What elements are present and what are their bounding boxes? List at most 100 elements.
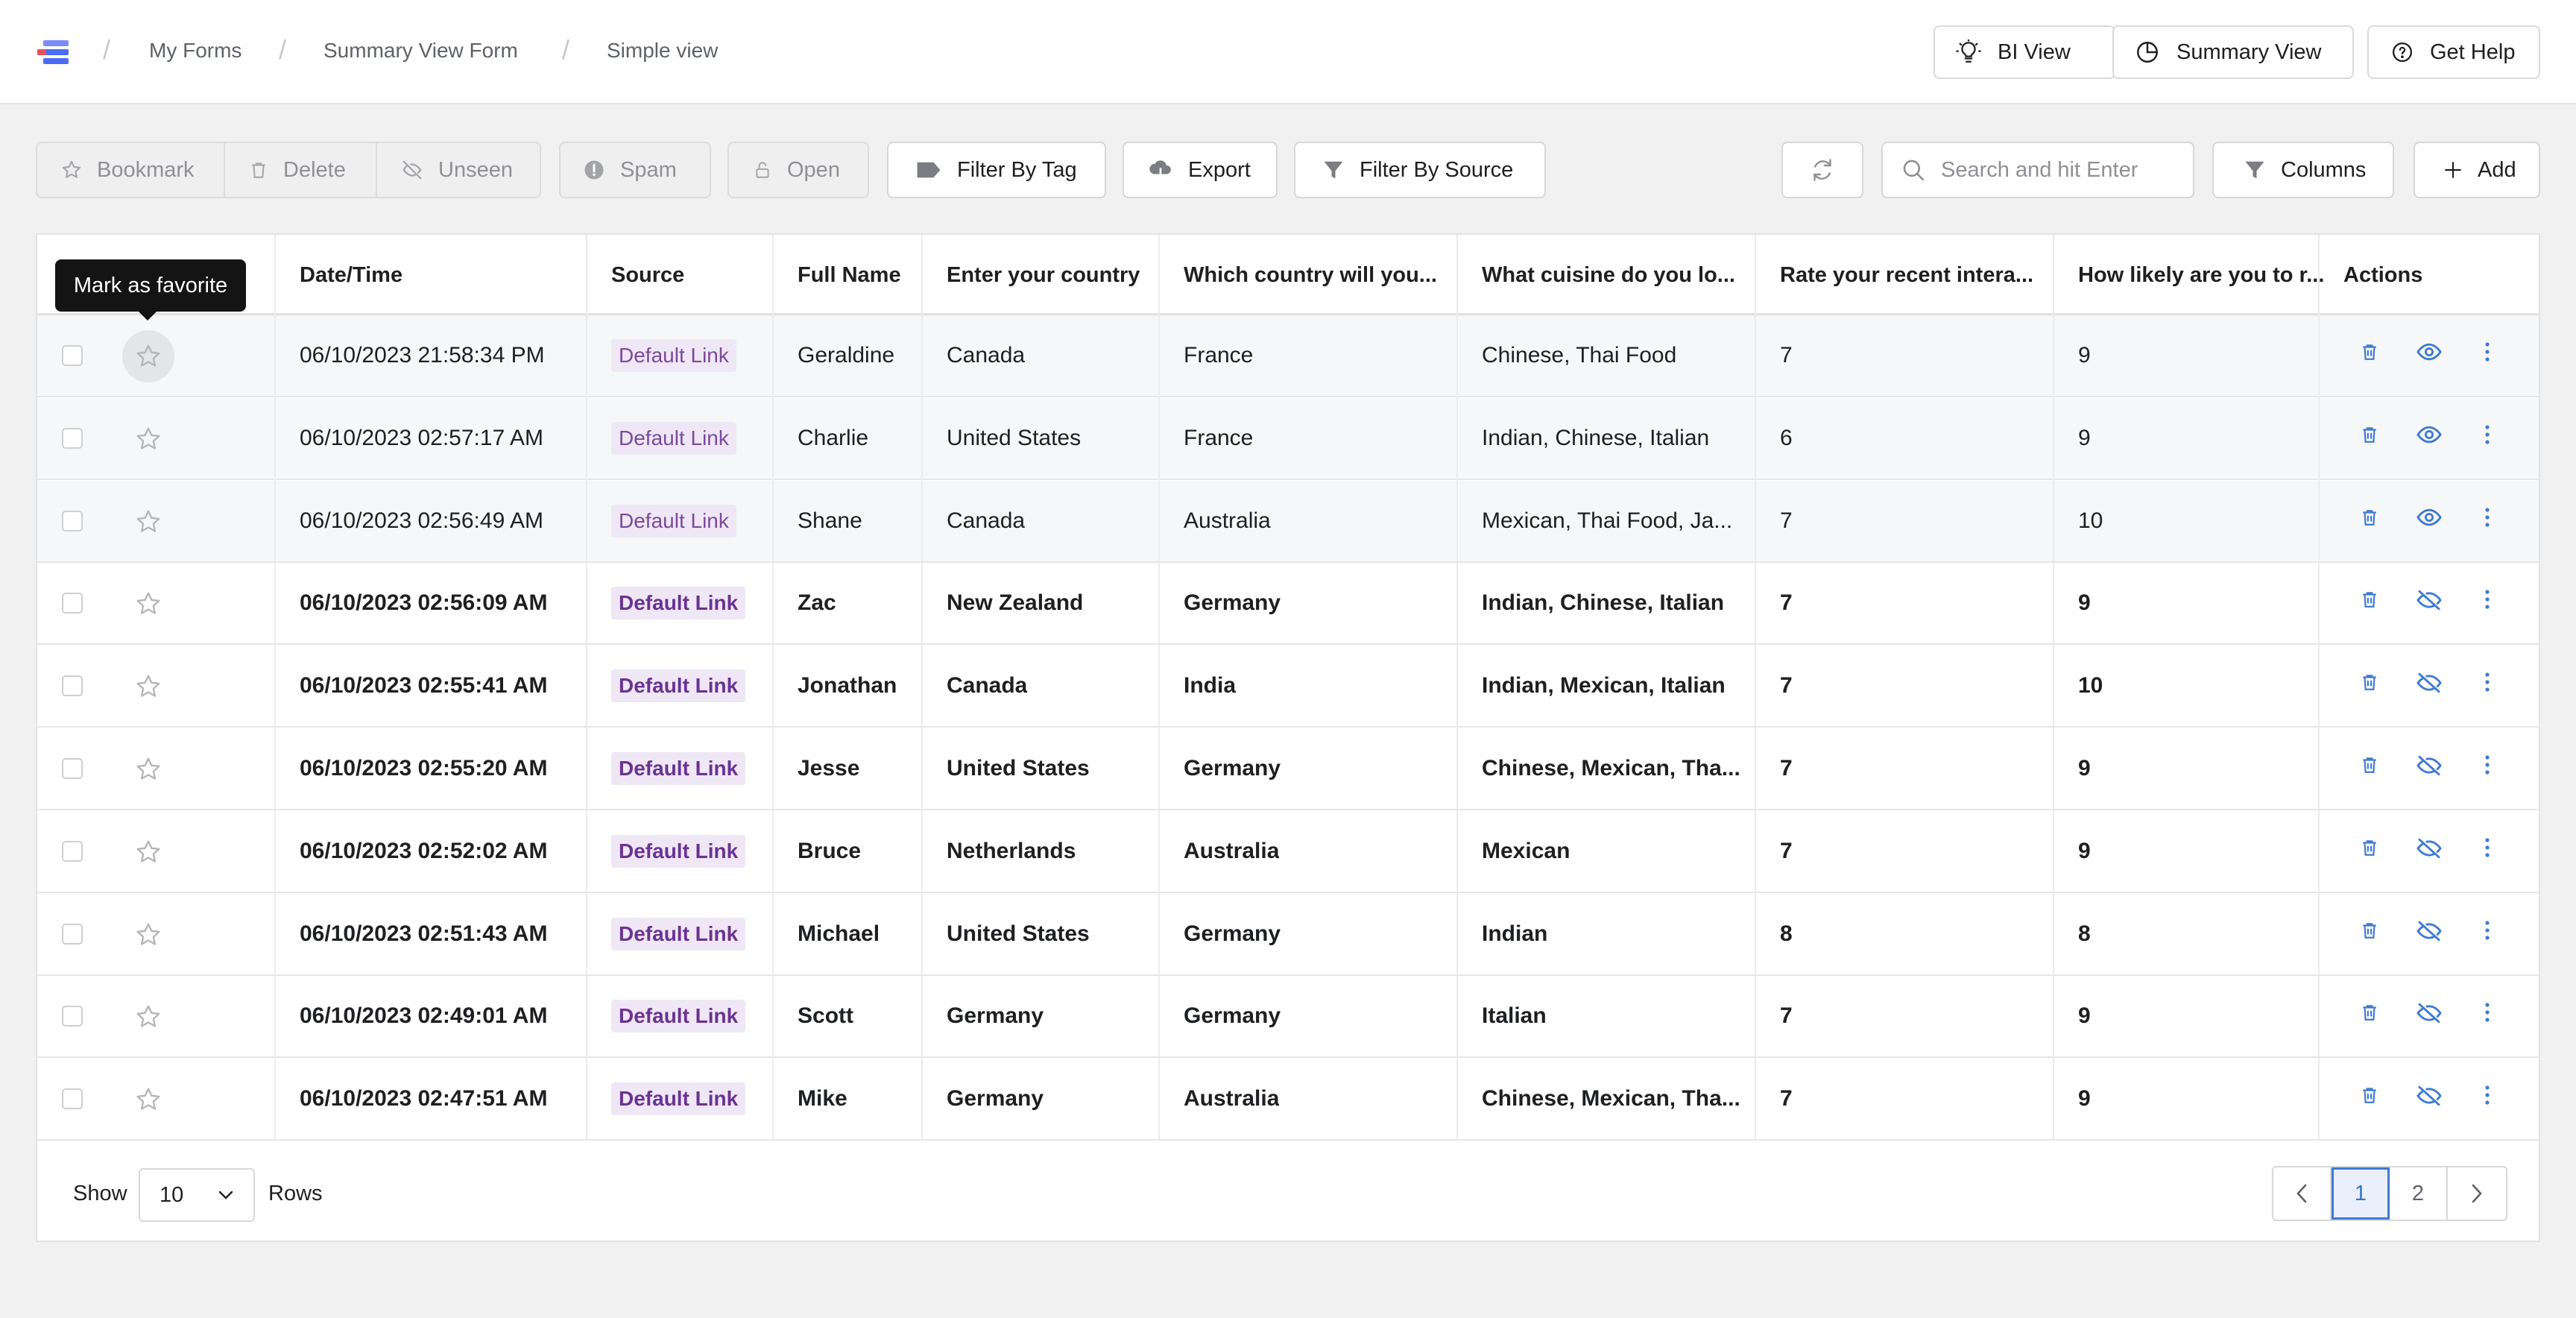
row-view-eye-icon[interactable] xyxy=(2416,341,2442,366)
spam-button[interactable]: Spam xyxy=(559,142,711,198)
row-unseen-eye-off-icon[interactable] xyxy=(2416,920,2442,946)
row-checkbox[interactable] xyxy=(62,1006,83,1027)
row-view-eye-icon[interactable] xyxy=(2416,507,2442,532)
row-more-vertical-icon[interactable] xyxy=(2484,424,2491,449)
columns-label: Columns xyxy=(2281,157,2367,182)
row-checkbox[interactable] xyxy=(62,923,83,945)
row-more-vertical-icon[interactable] xyxy=(2484,507,2491,532)
row-delete-icon[interactable] xyxy=(2360,837,2379,862)
favorite-star-icon[interactable] xyxy=(135,343,162,370)
row-delete-icon[interactable] xyxy=(2360,424,2379,449)
chevron-down-icon xyxy=(218,1191,233,1199)
row-more-vertical-icon[interactable] xyxy=(2484,1002,2491,1027)
table-row[interactable]: 06/10/2023 02:47:51 AM Default Link Mike Ge… xyxy=(37,1059,2539,1141)
breadcrumb-summary-view-form[interactable]: Summary View Form xyxy=(323,39,518,63)
header-country[interactable]: Enter your country xyxy=(947,235,1140,315)
cell-full-name: Charlie xyxy=(798,425,869,450)
row-more-vertical-icon[interactable] xyxy=(2484,341,2491,366)
row-unseen-eye-off-icon[interactable] xyxy=(2416,589,2442,615)
favorite-star-icon[interactable] xyxy=(135,590,162,617)
columns-button[interactable]: Columns xyxy=(2212,142,2394,198)
row-unseen-eye-off-icon[interactable] xyxy=(2416,1085,2442,1111)
table-row[interactable]: 06/10/2023 02:55:20 AM Default Link Jesse U… xyxy=(37,728,2539,810)
row-more-vertical-icon[interactable] xyxy=(2484,920,2491,945)
open-button[interactable]: Open xyxy=(727,142,869,198)
next-page-button[interactable] xyxy=(2448,1167,2506,1220)
filter-by-source-button[interactable]: Filter By Source xyxy=(1294,142,1546,198)
row-checkbox[interactable] xyxy=(62,593,83,614)
bi-view-button[interactable]: BI View xyxy=(1933,25,2115,79)
header-source[interactable]: Source xyxy=(611,235,684,315)
favorite-star-icon[interactable] xyxy=(135,673,162,700)
header-cuisine[interactable]: What cuisine do you lo... xyxy=(1482,235,1765,315)
rows-per-page-select[interactable]: 10 xyxy=(139,1168,255,1222)
search-input[interactable] xyxy=(1939,157,2181,183)
row-more-vertical-icon[interactable] xyxy=(2484,589,2491,614)
refresh-button[interactable] xyxy=(1781,142,1863,198)
header-full-name[interactable]: Full Name xyxy=(798,235,901,315)
page-1-button[interactable]: 1 xyxy=(2332,1167,2390,1220)
table-row[interactable]: 06/10/2023 02:56:09 AM Default Link Zac New… xyxy=(37,563,2539,646)
row-delete-icon[interactable] xyxy=(2360,1085,2379,1109)
row-more-vertical-icon[interactable] xyxy=(2484,672,2491,696)
page-2-button[interactable]: 2 xyxy=(2390,1167,2448,1220)
row-more-vertical-icon[interactable] xyxy=(2484,837,2491,862)
row-checkbox[interactable] xyxy=(62,840,83,862)
favorite-star-icon[interactable] xyxy=(135,426,162,453)
delete-button[interactable]: Delete xyxy=(225,143,377,197)
row-delete-icon[interactable] xyxy=(2360,1002,2379,1027)
header-likely[interactable]: How likely are you to r... xyxy=(2078,235,2354,315)
header-visit-country[interactable]: Which country will you... xyxy=(1184,235,1467,315)
summary-view-button[interactable]: Summary View xyxy=(2112,25,2354,79)
table-row[interactable]: 06/10/2023 02:56:49 AM Default Link Shane C… xyxy=(37,480,2539,563)
table-row[interactable]: 06/10/2023 02:49:01 AM Default Link Scott G… xyxy=(37,976,2539,1059)
row-unseen-eye-off-icon[interactable] xyxy=(2416,837,2442,863)
cell-likely: 8 xyxy=(2078,921,2091,946)
cell-likely: 9 xyxy=(2078,1003,2091,1029)
cloud-download-icon xyxy=(1149,160,1171,180)
add-button[interactable]: Add xyxy=(2414,142,2540,198)
table-row[interactable]: 06/10/2023 02:51:43 AM Default Link Michae… xyxy=(37,894,2539,976)
table-row[interactable]: 06/10/2023 02:52:02 AM Default Link Bruce N… xyxy=(37,811,2539,893)
get-help-button[interactable]: Get Help xyxy=(2367,25,2540,79)
header-rate[interactable]: Rate your recent intera... xyxy=(1780,235,2063,315)
row-unseen-eye-off-icon[interactable] xyxy=(2416,754,2442,781)
prev-page-button[interactable] xyxy=(2273,1167,2332,1220)
row-delete-icon[interactable] xyxy=(2360,672,2379,696)
export-button[interactable]: Export xyxy=(1123,142,1278,198)
favorite-star-icon[interactable] xyxy=(135,921,162,948)
favorite-star-icon[interactable] xyxy=(135,1003,162,1030)
cell-source: Default Link xyxy=(611,894,746,974)
table-row[interactable]: 06/10/2023 21:58:34 PM Default Link Gerald… xyxy=(37,315,2539,397)
source-badge: Default Link xyxy=(611,834,746,868)
app-logo[interactable] xyxy=(36,39,70,67)
row-checkbox[interactable] xyxy=(62,510,83,532)
breadcrumb-my-forms[interactable]: My Forms xyxy=(149,39,242,63)
header-date-time[interactable]: Date/Time xyxy=(300,235,402,315)
row-delete-icon[interactable] xyxy=(2360,589,2379,614)
table-row[interactable]: 06/10/2023 02:57:17 AM Default Link Charli… xyxy=(37,397,2539,480)
favorite-star-icon[interactable] xyxy=(135,508,162,535)
row-checkbox[interactable] xyxy=(62,758,83,779)
cell-country: Germany xyxy=(947,1086,1044,1112)
favorite-star-icon[interactable] xyxy=(135,839,162,865)
row-view-eye-icon[interactable] xyxy=(2416,424,2442,449)
row-more-vertical-icon[interactable] xyxy=(2484,754,2491,779)
filter-by-tag-button[interactable]: Filter By Tag xyxy=(887,142,1106,198)
row-checkbox[interactable] xyxy=(62,345,83,366)
row-delete-icon[interactable] xyxy=(2360,341,2379,366)
row-checkbox[interactable] xyxy=(62,427,83,449)
row-checkbox[interactable] xyxy=(62,675,83,697)
bookmark-button[interactable]: Bookmark xyxy=(37,143,225,197)
favorite-star-icon[interactable] xyxy=(135,1086,162,1113)
row-more-vertical-icon[interactable] xyxy=(2484,1085,2491,1109)
table-row[interactable]: 06/10/2023 02:55:41 AM Default Link Jonath… xyxy=(37,646,2539,728)
row-unseen-eye-off-icon[interactable] xyxy=(2416,672,2442,698)
row-delete-icon[interactable] xyxy=(2360,920,2379,945)
row-delete-icon[interactable] xyxy=(2360,754,2379,779)
row-delete-icon[interactable] xyxy=(2360,507,2379,532)
row-checkbox[interactable] xyxy=(62,1088,83,1110)
row-unseen-eye-off-icon[interactable] xyxy=(2416,1002,2442,1028)
favorite-star-icon[interactable] xyxy=(135,756,162,783)
unseen-button[interactable]: Unseen xyxy=(377,143,540,197)
